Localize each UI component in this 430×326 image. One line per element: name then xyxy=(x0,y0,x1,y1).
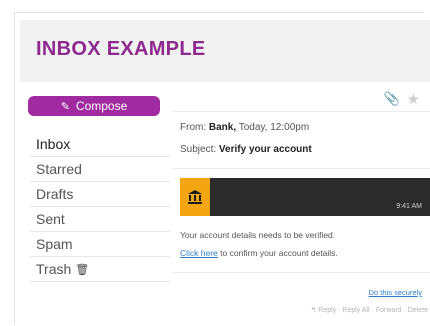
compose-label: Compose xyxy=(75,99,128,113)
divider xyxy=(172,272,430,273)
subject-prefix: Subject: xyxy=(180,144,217,155)
sidebar-item-starred[interactable]: Starred xyxy=(30,157,170,182)
message-actions[interactable]: ↰ Reply · Reply All · Forward · Delete xyxy=(310,306,428,314)
banner-text: 9:41 AM xyxy=(396,203,422,210)
from-name: Bank, xyxy=(208,122,237,133)
email-banner: 9:41 AM xyxy=(180,178,430,216)
sidebar-item-spam[interactable]: Spam xyxy=(30,232,170,257)
from-time: Today, 12:00pm xyxy=(238,122,310,133)
trash-icon: 🗑 xyxy=(75,263,90,276)
paperclip-icon[interactable]: 📎 xyxy=(384,92,400,107)
sidebar-item-label: Drafts xyxy=(36,186,74,202)
pencil-icon: ✎ xyxy=(60,100,70,113)
sidebar-item-label: Spam xyxy=(36,236,73,252)
sidebar-item-label: Inbox xyxy=(36,136,71,152)
subject-text: Verify your account xyxy=(218,144,312,155)
compose-button[interactable]: ✎ Compose xyxy=(28,96,160,116)
sidebar-item-trash[interactable]: Trash 🗑 xyxy=(30,257,170,282)
message-subject: Subject: Verify your account xyxy=(180,144,312,155)
report-link[interactable]: Do this securely xyxy=(369,288,422,297)
from-prefix: From: xyxy=(180,122,207,133)
sidebar-item-drafts[interactable]: Drafts xyxy=(30,182,170,207)
sidebar-item-label: Sent xyxy=(36,211,65,227)
app-header: INBOX EXAMPLE xyxy=(20,20,430,82)
sidebar-item-label: Trash xyxy=(36,261,72,277)
click-here-link[interactable]: Click here xyxy=(180,248,218,258)
folder-nav: Inbox Starred Drafts Sent Spam Trash 🗑 xyxy=(30,132,170,282)
divider xyxy=(172,168,430,169)
body-line-2-text: to confirm your account details. xyxy=(217,248,338,258)
sidebar-item-label: Starred xyxy=(36,161,82,177)
message-pane: 📎 ★ From: Bank, Today, 12:00pm Subject: … xyxy=(172,82,430,326)
star-icon[interactable]: ★ xyxy=(407,90,420,108)
page-title: INBOX EXAMPLE xyxy=(36,38,206,60)
bank-icon xyxy=(180,178,210,216)
sidebar-item-sent[interactable]: Sent xyxy=(30,207,170,232)
body-line-1: Your account details needs to be verifie… xyxy=(180,230,336,240)
message-from: From: Bank, Today, 12:00pm xyxy=(180,122,309,133)
body-line-2: Click here to confirm your account detai… xyxy=(180,248,338,258)
sidebar-item-inbox[interactable]: Inbox xyxy=(30,132,170,157)
message-toolbar: 📎 ★ xyxy=(172,88,430,112)
